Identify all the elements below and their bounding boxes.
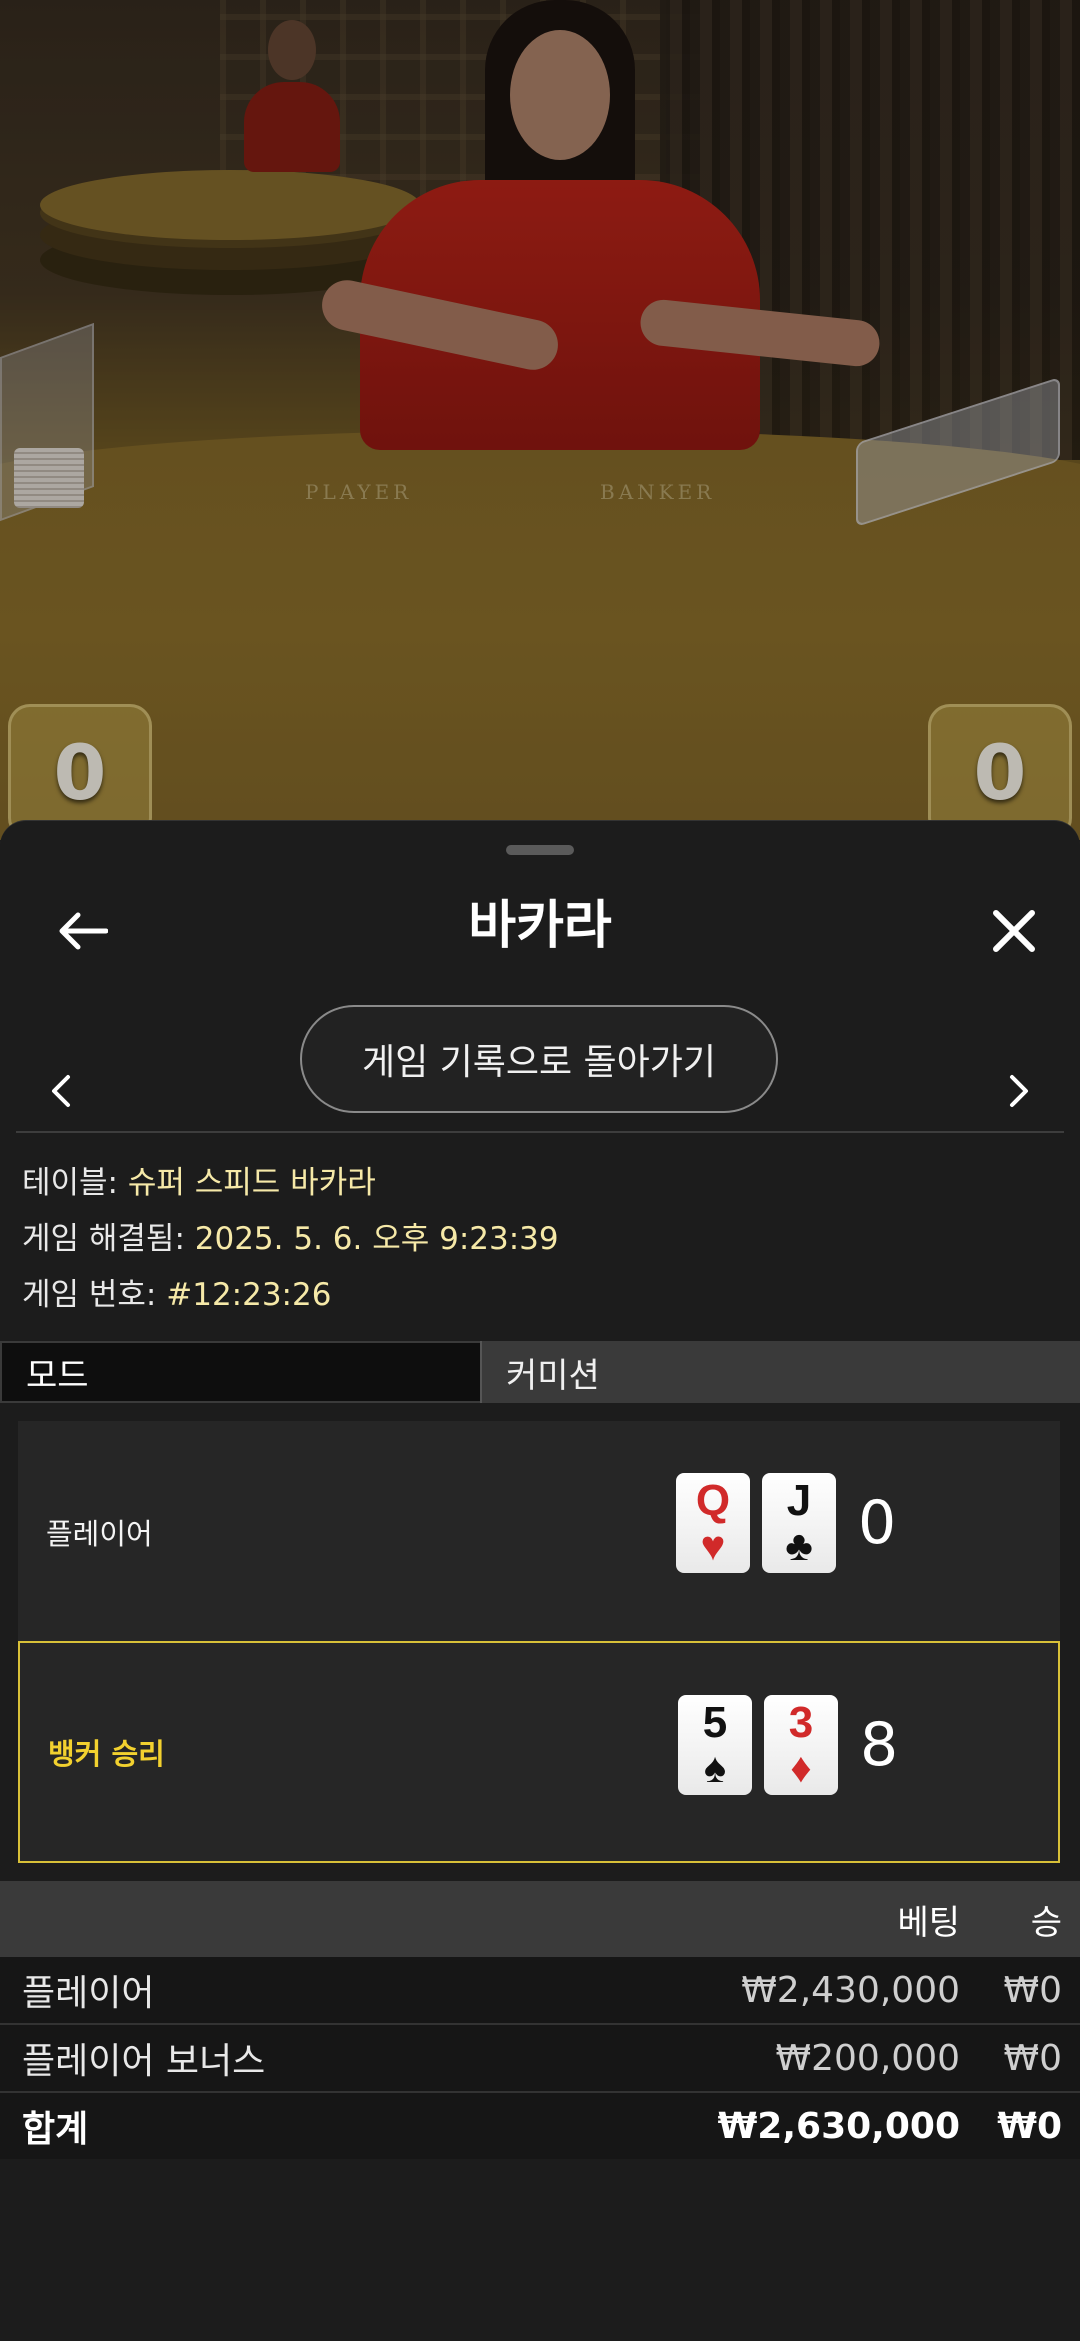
bet-table-header: 베팅 승 — [0, 1881, 1080, 1957]
playing-card: 3 ♦ — [764, 1695, 838, 1795]
banker-score: 8 — [860, 1710, 899, 1780]
meta-resolved-value: 2025. 5. 6. 오후 9:23:39 — [194, 1221, 559, 1257]
meta-resolved-label: 게임 해결됨: — [22, 1221, 185, 1257]
playing-card: Q ♥ — [676, 1473, 750, 1573]
player-result-row: 플레이어 Q ♥ J ♣ 0 — [18, 1421, 1060, 1643]
playing-card: J ♣ — [762, 1473, 836, 1573]
heart-suit-icon: ♥ — [700, 1522, 726, 1569]
meta-number-label: 게임 번호: — [22, 1277, 157, 1313]
banker-result-row: 뱅커 승리 5 ♠ 3 ♦ 8 — [18, 1641, 1060, 1863]
total-win: ₩0 — [997, 2105, 1062, 2147]
bet-amount: ₩200,000 — [775, 2037, 960, 2079]
total-label: 합계 — [22, 2109, 89, 2150]
table-row: 플레이어 보너스 ₩200,000 ₩0 — [0, 2025, 1080, 2093]
diamond-suit-icon: ♦ — [790, 1744, 812, 1791]
total-bet: ₩2,630,000 — [717, 2105, 960, 2147]
banker-result-label: 뱅커 승리 — [48, 1737, 165, 1771]
live-video: PLAYER BANKER 0 0 — [0, 0, 1080, 840]
player-result-label: 플레이어 — [46, 1517, 153, 1551]
win-amount: ₩0 — [1003, 2037, 1063, 2079]
playing-card: 5 ♠ — [678, 1695, 752, 1795]
meta-resolved: 게임 해결됨: 2025. 5. 6. 오후 9:23:39 — [22, 1213, 559, 1258]
table-row: 플레이어 ₩2,430,000 ₩0 — [0, 1957, 1080, 2025]
card-rank: Q — [695, 1476, 731, 1525]
previous-game-button[interactable] — [30, 1061, 90, 1121]
club-suit-icon: ♣ — [785, 1522, 813, 1569]
spade-suit-icon: ♠ — [703, 1744, 727, 1791]
meta-game-number: 게임 번호: #12:23:26 — [22, 1269, 331, 1314]
header-bet: 베팅 — [897, 1902, 960, 1943]
bet-name: 플레이어 보너스 — [22, 2041, 266, 2082]
game-history-sheet: 바카라 게임 기록으로 돌아가기 테이블: 슈퍼 스피드 바카라 게임 해결됨:… — [0, 820, 1080, 2341]
card-rank: 3 — [788, 1698, 814, 1747]
win-amount: ₩0 — [1003, 1969, 1063, 2011]
card-rank: J — [786, 1476, 812, 1525]
section-divider — [16, 1131, 1064, 1133]
meta-number-value: #12:23:26 — [166, 1277, 332, 1313]
chevron-right-icon — [1010, 1075, 1028, 1107]
total-row: 합계 ₩2,630,000 ₩0 — [0, 2093, 1080, 2159]
bet-name: 플레이어 — [22, 1973, 155, 2014]
chevron-left-icon — [52, 1075, 70, 1107]
close-icon — [993, 910, 1035, 952]
card-rank: 5 — [702, 1698, 728, 1747]
close-button[interactable] — [974, 891, 1054, 971]
meta-table: 테이블: 슈퍼 스피드 바카라 — [22, 1157, 376, 1202]
tab-commission[interactable]: 커미션 — [480, 1341, 1080, 1403]
sheet-drag-handle[interactable] — [506, 845, 574, 855]
player-score: 0 — [858, 1488, 897, 1558]
video-dim-overlay — [0, 0, 1080, 840]
back-to-history-button[interactable]: 게임 기록으로 돌아가기 — [300, 1005, 778, 1113]
sheet-title: 바카라 — [468, 896, 612, 956]
view-tabs: 모드 커미션 — [0, 1341, 1080, 1403]
bet-amount: ₩2,430,000 — [741, 1969, 960, 2011]
meta-table-label: 테이블: — [22, 1165, 119, 1201]
next-game-button[interactable] — [990, 1061, 1050, 1121]
meta-table-value: 슈퍼 스피드 바카라 — [127, 1165, 376, 1201]
tab-mode[interactable]: 모드 — [0, 1341, 480, 1403]
header-win: 승 — [1030, 1902, 1062, 1943]
